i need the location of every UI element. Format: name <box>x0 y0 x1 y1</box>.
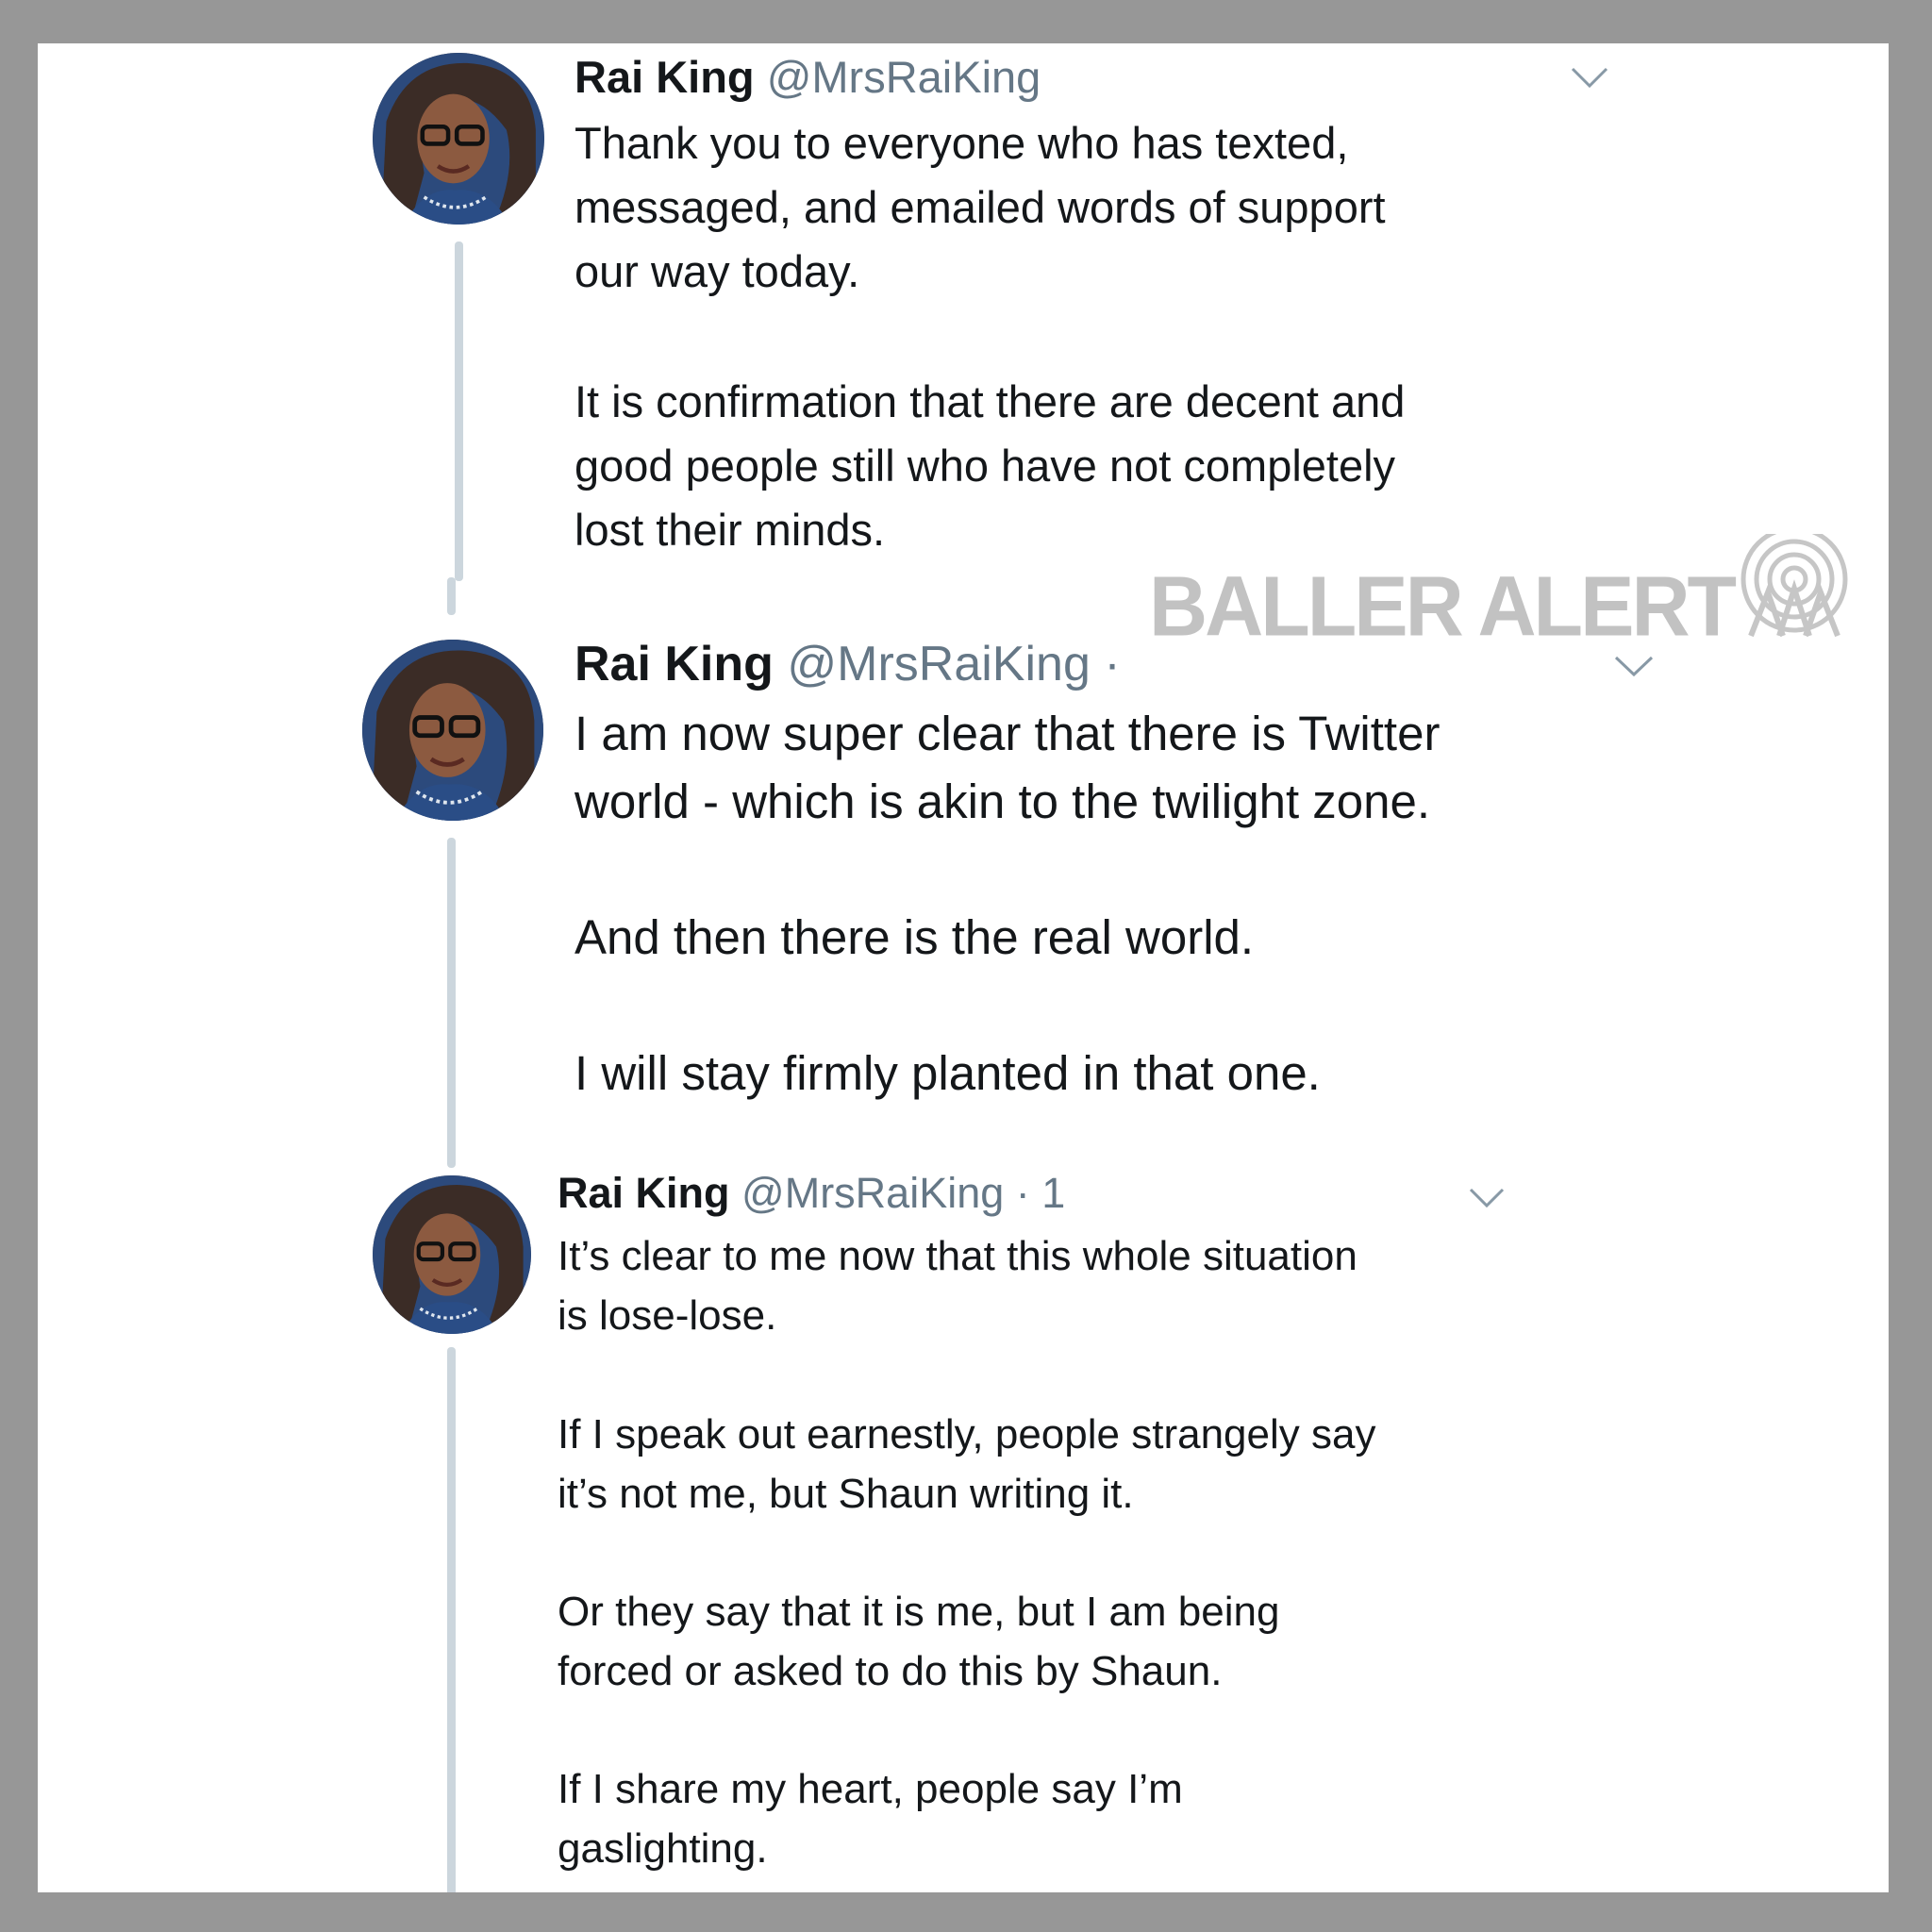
tweet-header: Rai King @MrsRaiKing <box>575 51 1041 103</box>
profile-photo <box>362 640 543 821</box>
tweet-text: I will stay firmly planted in that one. <box>575 1046 1321 1100</box>
author-handle[interactable]: @MrsRaiKing <box>741 1169 1004 1217</box>
tweet-text: Or they say that it is me, but I am bein… <box>558 1589 1280 1694</box>
tweet-text: If I share my heart, people say I’m gasl… <box>558 1766 1183 1872</box>
author-handle[interactable]: @MrsRaiKing <box>767 52 1041 102</box>
author-name[interactable]: Rai King <box>575 637 774 691</box>
profile-photo <box>373 53 544 225</box>
profile-photo <box>373 1175 531 1334</box>
tweet-text: And then there is the real world. <box>575 910 1255 964</box>
tweet-timestamp[interactable]: · <box>1104 637 1120 691</box>
chevron-down-icon[interactable] <box>1468 1185 1506 1209</box>
chevron-down-icon[interactable] <box>1570 64 1609 91</box>
tweet-text: It is confirmation that there are decent… <box>575 376 1406 555</box>
chevron-down-icon[interactable] <box>1613 653 1655 679</box>
tweet-text: I am now super clear that there is Twitt… <box>575 707 1441 828</box>
thread-line <box>447 577 456 615</box>
avatar[interactable] <box>373 1175 531 1334</box>
tweet-header: Rai King @MrsRaiKing · 1 <box>558 1169 1065 1218</box>
author-name[interactable]: Rai King <box>558 1169 730 1217</box>
watermark: BALLER ALERT <box>1149 558 1737 655</box>
tweet-timestamp[interactable]: · 1 <box>1016 1169 1066 1217</box>
avatar[interactable] <box>362 640 543 821</box>
broadcast-tower-icon <box>1740 534 1848 638</box>
thread-line <box>447 838 456 1168</box>
tweet-header: Rai King @MrsRaiKing · <box>575 636 1121 692</box>
tweet-thread-card: Rai King @MrsRaiKing Thank you to everyo… <box>38 43 1889 1892</box>
tweet-text: Thank you to everyone who has texted, me… <box>575 118 1386 296</box>
author-name[interactable]: Rai King <box>575 52 755 102</box>
avatar[interactable] <box>373 53 544 225</box>
thread-line <box>447 1347 456 1892</box>
tweet-text: It’s clear to me now that this whole sit… <box>558 1233 1357 1339</box>
tweet-text: If I speak out earnestly, people strange… <box>558 1411 1376 1517</box>
thread-line <box>455 242 463 581</box>
author-handle[interactable]: @MrsRaiKing <box>787 637 1091 691</box>
